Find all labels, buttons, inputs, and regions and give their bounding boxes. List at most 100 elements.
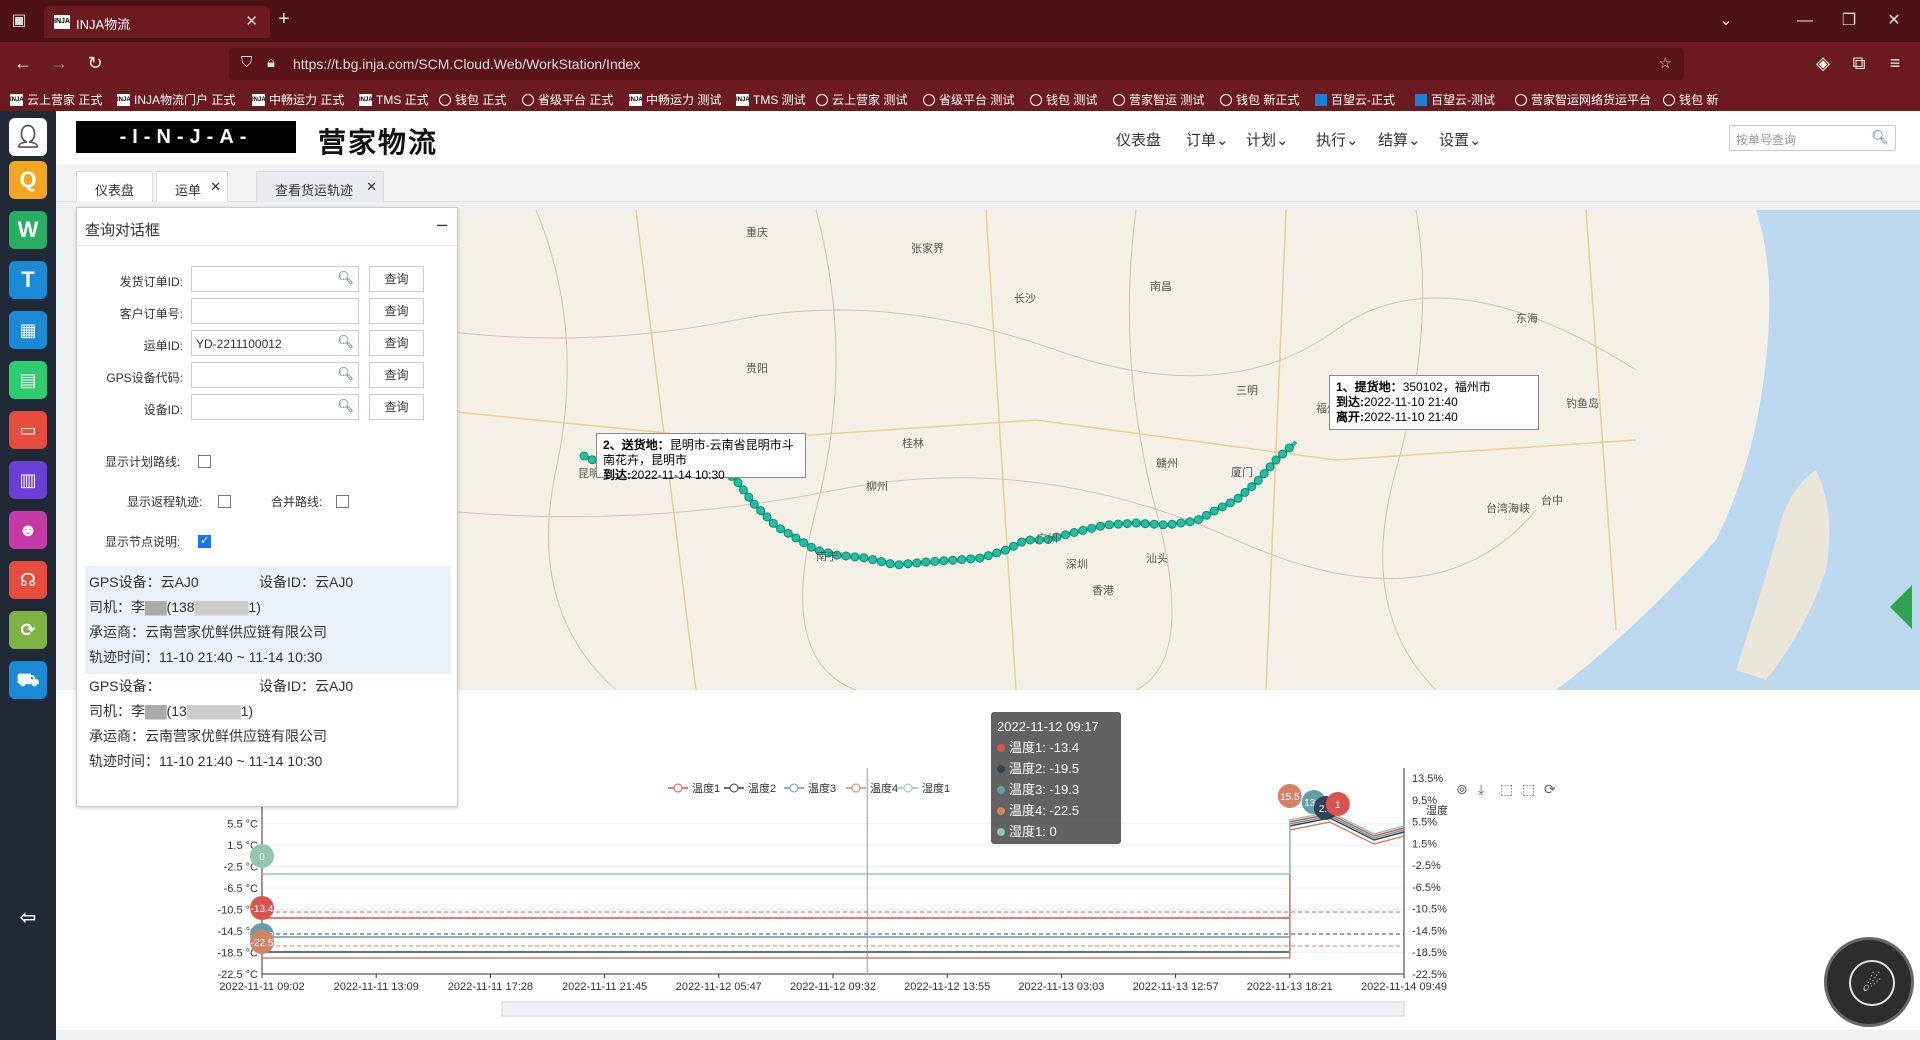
tab-waybill[interactable]: 运单 ✕ xyxy=(156,171,229,202)
close-tab-icon[interactable]: ✕ xyxy=(245,12,258,30)
restore-icon[interactable]: ⊚ xyxy=(1456,781,1468,797)
tab-overview-icon[interactable]: ▣ xyxy=(10,12,28,30)
calendar-app-icon[interactable]: ▥ xyxy=(9,461,47,499)
track-point[interactable] xyxy=(1201,510,1211,520)
truck-app-icon[interactable]: ⛟ xyxy=(9,661,47,699)
tab-dashboard[interactable]: 仪表盘 xyxy=(76,171,154,202)
bookmark-item[interactable]: INJA 云上营家 正式 xyxy=(10,91,102,108)
track-point[interactable] xyxy=(957,555,967,565)
track-point[interactable] xyxy=(1025,535,1035,545)
track-point[interactable] xyxy=(992,548,1002,558)
track-point[interactable] xyxy=(1060,530,1070,540)
track-point[interactable] xyxy=(744,492,754,502)
bookmark-item[interactable]: 营家智运网络货运平台 xyxy=(1515,91,1651,108)
wms-app-icon[interactable]: W xyxy=(9,211,47,249)
query-button[interactable]: 查询 xyxy=(369,362,424,388)
track-point[interactable] xyxy=(579,451,589,461)
route-map[interactable]: 重庆 长沙 南昌 贵阳 福州 昆明 南宁 广州 深圳 香港 东海 台湾海峡 台中 钓鱼岛 张家界 桂林 柳州 厦门… xyxy=(436,210,1920,690)
close-window-icon[interactable]: ✕ xyxy=(1885,12,1903,30)
track-point[interactable] xyxy=(1176,518,1186,528)
track-point[interactable] xyxy=(1158,520,1168,530)
track-point[interactable] xyxy=(850,552,860,562)
track-point[interactable] xyxy=(966,554,976,564)
track-point[interactable] xyxy=(1240,487,1250,497)
track-point[interactable] xyxy=(1017,537,1027,547)
track-point[interactable] xyxy=(1194,515,1204,525)
track-point[interactable] xyxy=(762,512,772,522)
logout-icon[interactable]: ⇦ xyxy=(9,899,47,937)
track-point[interactable] xyxy=(939,556,949,566)
track-point[interactable] xyxy=(587,455,597,465)
track-point[interactable] xyxy=(1167,519,1177,529)
bookmark-item[interactable]: 省级平台 测试 xyxy=(923,91,1014,108)
extensions-icon[interactable]: ⧉ xyxy=(1848,53,1870,74)
track-point[interactable] xyxy=(1271,455,1281,465)
track-point[interactable] xyxy=(1217,502,1227,512)
minimize-icon[interactable]: — xyxy=(1796,12,1814,30)
browser-tab[interactable]: INJA INJA物流 ✕ xyxy=(44,6,270,38)
track-point[interactable] xyxy=(1131,518,1141,528)
dashboard-app-icon[interactable]: ▦ xyxy=(9,311,47,349)
close-tab-icon[interactable]: ✕ xyxy=(210,179,221,195)
track-point[interactable] xyxy=(930,556,940,566)
bookmark-item[interactable]: 钱包 正式 xyxy=(439,91,506,108)
menu-settle[interactable]: 结算⌄ xyxy=(1378,129,1421,150)
track-point[interactable] xyxy=(1278,449,1288,459)
reload-icon[interactable]: ↻ xyxy=(84,53,106,74)
bookmark-item[interactable]: INJA 中畅运力 正式 xyxy=(252,91,344,108)
search-icon[interactable]: 🔍︎ xyxy=(337,334,354,350)
track-point[interactable] xyxy=(903,559,913,569)
shield-icon[interactable]: ⛉ xyxy=(241,54,252,71)
bookmark-item[interactable]: 百望云-正式 xyxy=(1315,91,1395,108)
bookmark-item[interactable]: 省级平台 正式 xyxy=(522,91,613,108)
bookmark-item[interactable]: INJA 中畅运力 测试 xyxy=(629,91,721,108)
track-point[interactable] xyxy=(1104,520,1114,530)
track-point[interactable] xyxy=(1265,462,1275,472)
bookmark-item[interactable]: 百望云-测试 xyxy=(1415,91,1495,108)
return-track-checkbox[interactable] xyxy=(218,495,231,508)
menu-plan[interactable]: 计划⌄ xyxy=(1246,129,1289,150)
menu-settings[interactable]: 设置⌄ xyxy=(1439,129,1482,150)
field-input[interactable]: 🔍︎ xyxy=(191,394,359,420)
refresh-icon[interactable]: ⟳ xyxy=(1544,781,1556,797)
track-point[interactable] xyxy=(912,558,922,568)
track-point[interactable] xyxy=(983,551,993,561)
gps-record-2[interactable]: GPS设备： 设备ID：云AJ0 司机：李▇▇(13▇▇▇▇▇1) 承运商：云南营… xyxy=(85,670,451,778)
bookmark-item[interactable]: 钱包 新 xyxy=(1663,91,1718,108)
track-point[interactable] xyxy=(1259,469,1269,479)
track-point[interactable] xyxy=(791,533,801,543)
search-icon[interactable]: 🔍︎ xyxy=(337,398,354,414)
field-input[interactable]: YD-2211100012 🔍︎ xyxy=(191,330,359,356)
tms-app-icon[interactable]: T xyxy=(9,261,47,299)
track-point[interactable] xyxy=(841,551,851,561)
menu-icon[interactable]: ≡ xyxy=(1884,53,1906,74)
download-icon[interactable]: ⤓ xyxy=(1478,781,1484,797)
restore-icon[interactable]: ❐ xyxy=(1840,12,1858,30)
track-point[interactable] xyxy=(749,499,759,509)
field-input[interactable] xyxy=(191,298,359,324)
pocket-icon[interactable]: ◈ xyxy=(1812,53,1834,74)
track-point[interactable] xyxy=(1140,519,1150,529)
track-point[interactable] xyxy=(775,524,785,534)
search-icon[interactable]: 🔍︎ xyxy=(337,270,354,286)
track-point[interactable] xyxy=(1233,493,1243,503)
track-point[interactable] xyxy=(1113,519,1123,529)
track-point[interactable] xyxy=(885,559,895,569)
track-point[interactable] xyxy=(1087,523,1097,533)
search-icon[interactable]: 🔍︎ xyxy=(337,366,354,382)
track-point[interactable] xyxy=(868,555,878,565)
track-point[interactable] xyxy=(1149,519,1159,529)
track-point[interactable] xyxy=(799,538,809,548)
bookmark-item[interactable]: 钱包 新正式 xyxy=(1220,91,1299,108)
field-input[interactable]: 🔍︎ xyxy=(191,266,359,292)
track-point[interactable] xyxy=(1001,545,1011,555)
track-point[interactable] xyxy=(975,553,985,563)
url-text[interactable]: https://t.bg.inja.com/SCM.Cloud.Web/Work… xyxy=(293,56,640,72)
merge-route-checkbox[interactable] xyxy=(336,495,349,508)
bookmark-item[interactable]: INJA TMS 测试 xyxy=(736,91,806,108)
track-point[interactable] xyxy=(894,560,904,570)
support-app-icon[interactable]: ☊ xyxy=(9,561,47,599)
field-input[interactable]: 🔍︎ xyxy=(191,362,359,388)
node-desc-checkbox[interactable] xyxy=(198,534,211,548)
track-point[interactable] xyxy=(1247,482,1257,492)
